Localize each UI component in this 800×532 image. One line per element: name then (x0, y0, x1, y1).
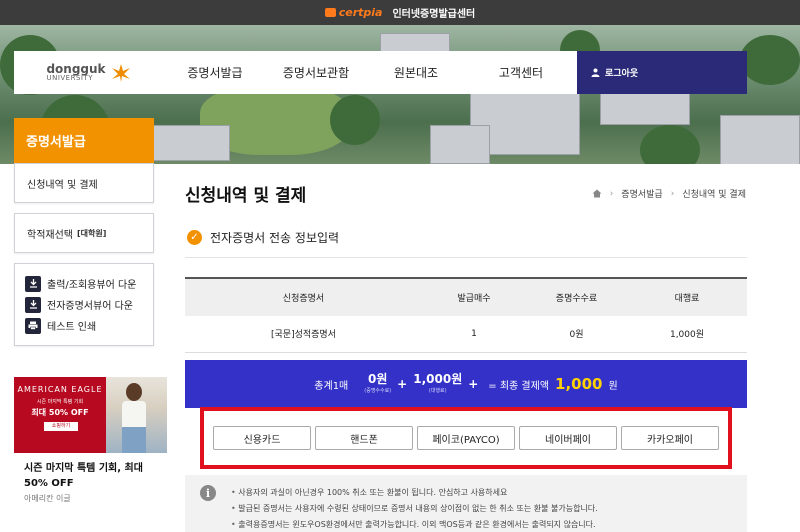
check-circle-icon: ✓ (187, 230, 202, 245)
section-heading: ✓ 전자증명서 전송 정보입력 (187, 229, 339, 246)
col-header-certificate: 신청증명서 (185, 277, 422, 316)
col-header-copies: 발급매수 (422, 277, 526, 316)
certpia-logo[interactable]: certpia (324, 6, 382, 19)
ad-brand: AMERICAN EAGLE (17, 385, 103, 394)
col-header-fee: 증명수수료 (526, 277, 627, 316)
e-cert-viewer-download-link[interactable]: 전자증명서뷰어 다운 (15, 294, 153, 315)
cell-certificate: [국문]성적증명서 (185, 316, 422, 353)
chevron-right-icon: › (670, 188, 675, 199)
user-icon (591, 68, 600, 77)
top-bar: certpia 인터넷증명발급센터 (0, 0, 800, 25)
ad-banner[interactable]: AMERICAN EAGLE 시즌 마지막 특템 기회 최대 50% OFF 쇼… (14, 377, 167, 453)
sidebar-title: 증명서발급 (14, 118, 154, 163)
cell-fee: 0원 (526, 316, 627, 353)
brand-line2: UNIVERSITY (46, 74, 94, 82)
ad-shop-button[interactable]: 쇼핑하기 (44, 422, 78, 431)
notice-box: i 사용자의 과실이 아닌경우 100% 취소 또는 환불이 됩니다. 안심하고… (185, 475, 747, 532)
notice-item: 출력용증명서는 윈도우OS환경에서만 출력가능합니다. 이외 맥OS등과 같은 … (231, 517, 598, 532)
pay-credit-card-button[interactable]: 신용카드 (213, 426, 311, 450)
pay-payco-button[interactable]: 페이코(PAYCO) (417, 426, 515, 450)
chevron-right-icon: › (609, 188, 614, 199)
payment-method-box: 신용카드 핸드폰 페이코(PAYCO) 네이버페이 카카오페이 (200, 407, 732, 469)
ad-title[interactable]: 시즌 마지막 특템 기회, 최대 50% OFF (24, 461, 159, 491)
download-icon (25, 275, 41, 292)
final-amount-label: = 최종 결제액 (488, 380, 550, 392)
table-header-row: 신청증명서 발급매수 증명수수료 대행료 (185, 277, 747, 316)
col-header-agency-fee: 대행료 (627, 277, 747, 316)
printer-icon (25, 317, 41, 334)
breadcrumb: › 증명서발급 › 신청내역 및 결제 (592, 187, 746, 200)
viewer-download-link[interactable]: 출력/조회용뷰어 다운 (15, 273, 153, 294)
ad-discount: 최대 50% OFF (31, 408, 89, 417)
ad-subtitle: 시즌 마지막 특템 기회 (36, 399, 84, 405)
pay-phone-button[interactable]: 핸드폰 (315, 426, 413, 450)
info-icon: i (200, 485, 216, 501)
sidebar-links: 출력/조회용뷰어 다운 전자증명서뷰어 다운 테스트 인쇄 (14, 263, 154, 346)
plus-sign: + (468, 377, 479, 391)
sidebar-item-current[interactable]: 신청내역 및 결제 (14, 163, 154, 203)
plus-sign: + (397, 377, 408, 391)
total-agency-caption: (대행료) (428, 388, 447, 395)
total-agency-fee: 1,000원 (413, 372, 463, 387)
total-count-label: 총계1매 (314, 380, 349, 392)
page-title: 신청내역 및 결제 (185, 186, 307, 206)
final-amount: 1,000 (555, 375, 603, 393)
total-fee-caption: (증명수수료) (364, 388, 392, 395)
logout-button[interactable]: 로그아웃 (577, 51, 747, 94)
main-nav: dongguk UNIVERSITY 증명서발급 증명서보관함 원본대조 고객센… (14, 51, 747, 94)
notice-list: 사용자의 과실이 아닌경우 100% 취소 또는 환불이 됩니다. 안심하고 사… (231, 485, 598, 532)
nav-item-support[interactable]: 고객센터 (466, 51, 576, 94)
notice-item: 발급된 증명서는 사용자에 수령된 상태이므로 증명서 내용의 상이점이 없는 … (231, 501, 597, 517)
ad-model-image (106, 377, 167, 453)
final-amount-unit: 원 (608, 380, 618, 392)
cell-agency-fee: 1,000원 (627, 316, 747, 353)
table-row: [국문]성적증명서 1 0원 1,000원 (185, 316, 747, 353)
nav-item-storage[interactable]: 증명서보관함 (266, 51, 366, 94)
ad-source: 아메리칸 이글 (24, 494, 71, 503)
pay-kakaopay-button[interactable]: 카카오페이 (621, 426, 719, 450)
breadcrumb-current: 신청내역 및 결제 (682, 190, 746, 200)
nav-item-verify[interactable]: 원본대조 (366, 51, 466, 94)
notice-item: 사용자의 과실이 아닌경우 100% 취소 또는 환불이 됩니다. 안심하고 사… (231, 485, 598, 501)
lotus-icon (111, 63, 130, 82)
total-fee: 0원 (368, 372, 388, 387)
certpia-logo-icon (324, 8, 336, 17)
record-select[interactable]: 학적재선택 [대학원] (14, 213, 154, 253)
total-summary-bar: 총계1매 0원 (증명수수료) + 1,000원 (대행료) + = 최종 결제… (185, 360, 747, 408)
record-tag: [대학원] (77, 228, 107, 238)
download-icon (25, 296, 41, 313)
nav-item-issue[interactable]: 증명서발급 (164, 51, 266, 94)
nav-menu: 증명서발급 증명서보관함 원본대조 고객센터 (164, 51, 577, 94)
cell-copies: 1 (422, 316, 526, 353)
order-table: 신청증명서 발급매수 증명수수료 대행료 [국문]성적증명서 1 0원 1,00… (185, 277, 747, 353)
pay-naverpay-button[interactable]: 네이버페이 (519, 426, 617, 450)
breadcrumb-item[interactable]: 증명서발급 (621, 187, 662, 200)
site-title: 인터넷증명발급센터 (392, 9, 476, 20)
divider (185, 257, 747, 258)
test-print-link[interactable]: 테스트 인쇄 (15, 315, 153, 336)
university-logo[interactable]: dongguk UNIVERSITY (14, 62, 164, 84)
home-icon[interactable] (592, 189, 602, 198)
